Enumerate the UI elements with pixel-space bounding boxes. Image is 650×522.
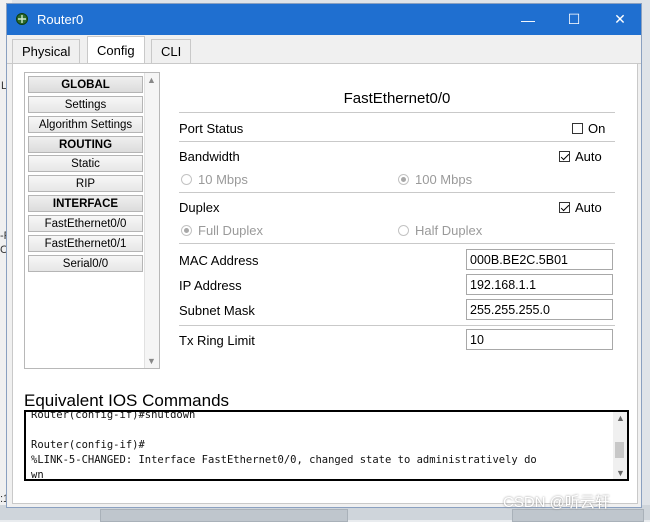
sidebar-header-routing[interactable]: ROUTING	[28, 136, 143, 153]
checkbox-icon	[572, 123, 583, 134]
window-title: Router0	[37, 12, 84, 27]
sidebar-scrollbar[interactable]: ▲ ▼	[144, 73, 159, 368]
router-config-window: Router0 — ☐ ✕ Physical Config CLI GLOBAL…	[6, 3, 642, 508]
half-duplex-radio[interactable]: Half Duplex	[398, 223, 482, 238]
bandwidth-label: Bandwidth	[179, 149, 240, 164]
divider	[179, 141, 615, 142]
radio-icon	[398, 225, 409, 236]
ios-commands-text: Router(config-if)#shutdown Router(config…	[31, 410, 537, 481]
background-scrollbar	[100, 509, 348, 522]
scroll-down-icon[interactable]: ▼	[147, 356, 156, 366]
config-panel: GLOBAL Settings Algorithm Settings ROUTI…	[12, 63, 638, 504]
scroll-down-icon[interactable]: ▼	[616, 468, 625, 478]
port-status-on-label: On	[588, 121, 606, 136]
tx-ring-limit-label: Tx Ring Limit	[179, 333, 255, 348]
bandwidth-auto-label: Auto	[575, 149, 602, 164]
console-scrollbar[interactable]: ▲ ▼	[613, 412, 627, 479]
ip-address-label: IP Address	[179, 278, 242, 293]
duplex-auto-label: Auto	[575, 200, 602, 215]
bandwidth-100-radio[interactable]: 100 Mbps	[398, 172, 472, 187]
interface-title: FastEthernet0/0	[343, 90, 451, 107]
bandwidth-auto-checkbox[interactable]: Auto	[559, 149, 602, 164]
subnet-mask-field[interactable]: 255.255.255.0	[466, 299, 613, 320]
checkbox-checked-icon	[559, 202, 570, 213]
scrollbar-thumb[interactable]	[615, 442, 624, 458]
tab-physical[interactable]: Physical	[12, 39, 81, 63]
ios-commands-label: Equivalent IOS Commands	[24, 391, 230, 410]
sidebar-item-rip[interactable]: RIP	[28, 175, 143, 192]
sidebar-item-settings[interactable]: Settings	[28, 96, 143, 113]
radio-icon	[181, 174, 192, 185]
tab-config[interactable]: Config	[87, 36, 145, 64]
duplex-label: Duplex	[179, 200, 220, 215]
port-status-label: Port Status	[179, 121, 244, 136]
duplex-auto-checkbox[interactable]: Auto	[559, 200, 602, 215]
divider	[179, 243, 615, 244]
close-icon: ✕	[614, 11, 626, 27]
csdn-watermark: CSDN @听云轩	[503, 494, 610, 511]
divider	[179, 325, 615, 326]
tab-cli[interactable]: CLI	[151, 39, 192, 63]
bandwidth-10-label: 10 Mbps	[198, 172, 248, 187]
ios-commands-console[interactable]: Router(config-if)#shutdown Router(config…	[24, 410, 629, 481]
sidebar-item-fastethernet0-0[interactable]: FastEthernet0/0	[28, 215, 143, 232]
radio-selected-icon	[181, 225, 192, 236]
checkbox-checked-icon	[559, 151, 570, 162]
mac-address-label: MAC Address	[179, 253, 259, 268]
config-sidebar: GLOBAL Settings Algorithm Settings ROUTI…	[24, 72, 160, 369]
sidebar-item-fastethernet0-1[interactable]: FastEthernet0/1	[28, 235, 143, 252]
minimize-button[interactable]: —	[505, 4, 551, 35]
sidebar-item-serial0-0[interactable]: Serial0/0	[28, 255, 143, 272]
half-duplex-label: Half Duplex	[415, 223, 483, 238]
maximize-icon: ☐	[567, 11, 581, 27]
scroll-up-icon[interactable]: ▲	[616, 413, 625, 423]
mac-address-field[interactable]: 000B.BE2C.5B01	[466, 249, 613, 270]
divider	[179, 112, 615, 113]
sidebar-header-global[interactable]: GLOBAL	[28, 76, 143, 93]
maximize-button[interactable]: ☐	[551, 4, 597, 35]
divider	[179, 192, 615, 193]
ip-address-field[interactable]: 192.168.1.1	[466, 274, 613, 295]
subnet-mask-label: Subnet Mask	[179, 303, 255, 318]
sidebar-header-interface[interactable]: INTERFACE	[28, 195, 143, 212]
minimize-icon: —	[521, 11, 535, 28]
title-bar[interactable]: Router0 — ☐ ✕	[7, 4, 641, 35]
tx-ring-limit-field[interactable]: 10	[466, 329, 613, 350]
sidebar-item-static[interactable]: Static	[28, 155, 143, 172]
router-app-icon	[16, 13, 28, 25]
close-button[interactable]: ✕	[597, 4, 643, 35]
scroll-up-icon[interactable]: ▲	[147, 75, 156, 85]
bandwidth-100-label: 100 Mbps	[415, 172, 473, 187]
tab-bar: Physical Config CLI	[7, 35, 641, 64]
bandwidth-10-radio[interactable]: 10 Mbps	[181, 172, 248, 187]
port-status-checkbox[interactable]: On	[572, 121, 605, 136]
sidebar-item-algorithm-settings[interactable]: Algorithm Settings	[28, 116, 143, 133]
full-duplex-radio[interactable]: Full Duplex	[181, 223, 263, 238]
full-duplex-label: Full Duplex	[198, 223, 264, 238]
radio-selected-icon	[398, 174, 409, 185]
